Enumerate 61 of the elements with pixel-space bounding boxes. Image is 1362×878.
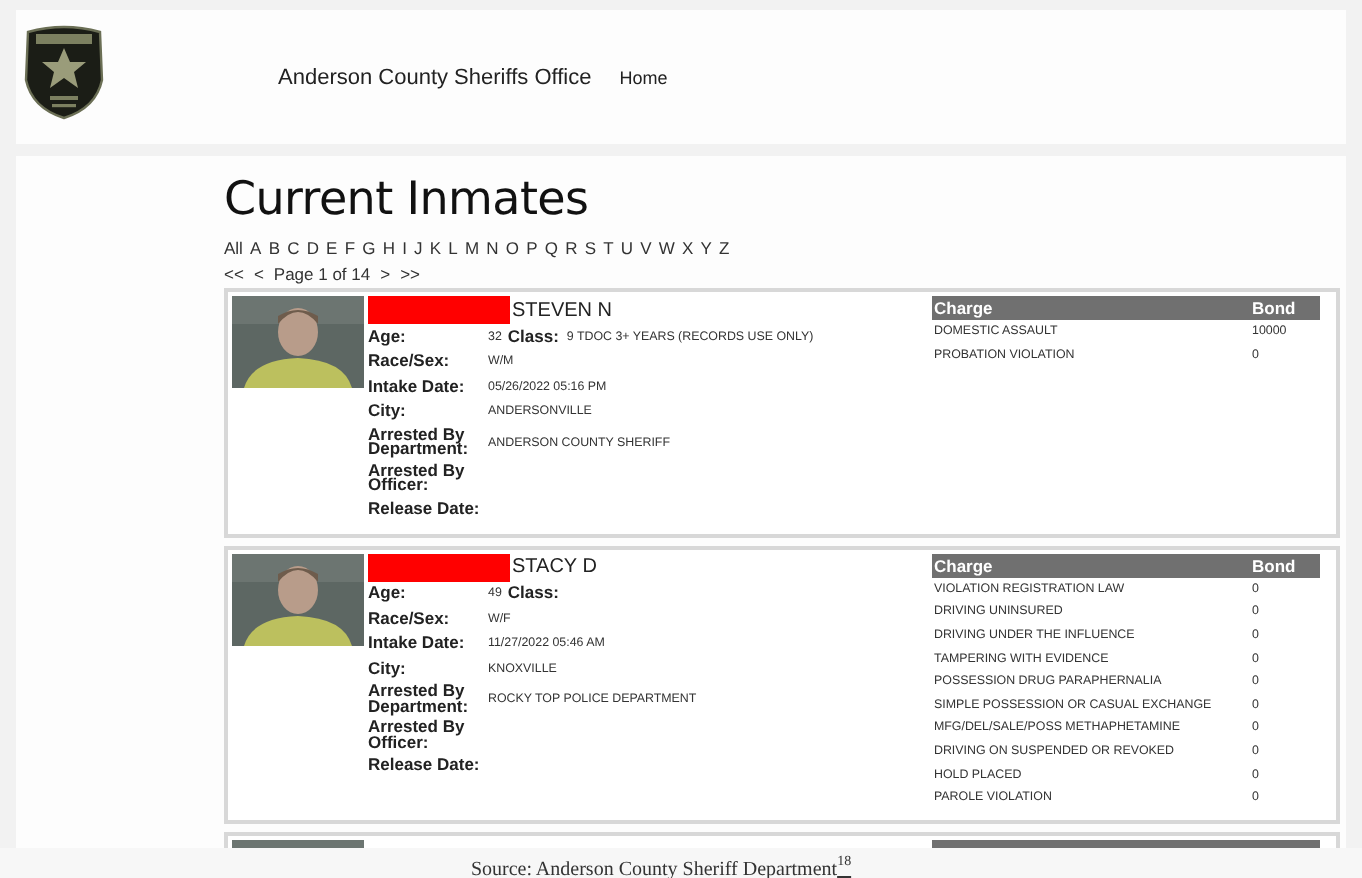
column-header: Charge: [934, 555, 995, 575]
letter-link[interactable]: Z: [719, 238, 730, 258]
letter-link[interactable]: G: [362, 238, 376, 258]
letter-link[interactable]: L: [448, 238, 458, 258]
letter-link[interactable]: T: [603, 238, 614, 258]
pager-link[interactable]: <: [253, 264, 264, 284]
redaction-bar: [368, 296, 510, 324]
column-header: Bond: [1252, 555, 1298, 575]
letter-link[interactable]: Y: [700, 238, 712, 258]
inmate-name: STEVEN N: [512, 299, 613, 321]
site-title[interactable]: Anderson County Sheriffs Office: [278, 65, 592, 89]
letter-link[interactable]: X: [682, 238, 694, 258]
field-label: Arrested By Department:: [368, 427, 471, 457]
field-label: Arrested By Department:: [368, 684, 471, 714]
field-label: Class:: [507, 586, 559, 601]
field-label: City:: [368, 661, 408, 676]
field-label: Age:: [368, 586, 408, 601]
pager-link[interactable]: >>: [400, 264, 421, 284]
sheriff-badge-logo[interactable]: [20, 23, 108, 119]
letter-link[interactable]: U: [620, 238, 634, 258]
letter-link[interactable]: S: [584, 238, 596, 258]
field-label: Class:: [507, 329, 559, 344]
letter-link[interactable]: O: [505, 238, 520, 258]
pager-link[interactable]: Page 1 of 14: [273, 264, 371, 284]
field-label: Release Date:: [368, 758, 482, 773]
letter-link[interactable]: M: [464, 238, 480, 258]
field-label: Intake Date:: [368, 636, 467, 651]
column-header: Charge: [934, 298, 995, 318]
field-label: Arrested By Officer:: [368, 720, 467, 750]
letter-link[interactable]: I: [402, 238, 407, 258]
letter-link[interactable]: R: [565, 238, 578, 258]
letter-link[interactable]: C: [287, 238, 300, 258]
letter-link[interactable]: J: [414, 238, 423, 258]
field-label: Race/Sex:: [368, 354, 452, 369]
page-title: Current Inmates: [224, 172, 591, 228]
letter-link[interactable]: All: [224, 238, 243, 258]
field-label: City:: [368, 404, 408, 419]
pager-link[interactable]: <<: [224, 264, 244, 284]
letter-link[interactable]: Q: [544, 238, 558, 258]
redaction-bar: [368, 553, 510, 581]
letter-link[interactable]: N: [486, 238, 499, 258]
column-header: Bond: [1252, 298, 1298, 318]
letter-link[interactable]: W: [658, 238, 675, 258]
pager-link[interactable]: >: [380, 264, 391, 284]
field-label: Age:: [368, 329, 408, 344]
letter-link[interactable]: V: [640, 238, 652, 258]
field-label: Race/Sex:: [368, 611, 452, 626]
letter-link[interactable]: B: [268, 238, 280, 258]
letter-link[interactable]: D: [306, 238, 319, 258]
field-label: Intake Date:: [368, 379, 467, 394]
inmate-name: STACY D: [512, 556, 597, 578]
letter-link[interactable]: F: [344, 238, 356, 258]
letter-link[interactable]: K: [429, 238, 442, 258]
letter-link[interactable]: P: [526, 238, 538, 258]
letter-link[interactable]: A: [250, 238, 262, 258]
footnote-link[interactable]: 18: [837, 858, 852, 878]
letter-link[interactable]: H: [382, 238, 395, 258]
field-label: Release Date:: [368, 501, 482, 516]
letter-link[interactable]: E: [326, 238, 338, 258]
field-label: Arrested By Officer:: [368, 463, 467, 493]
nav-link[interactable]: Home: [619, 67, 668, 87]
